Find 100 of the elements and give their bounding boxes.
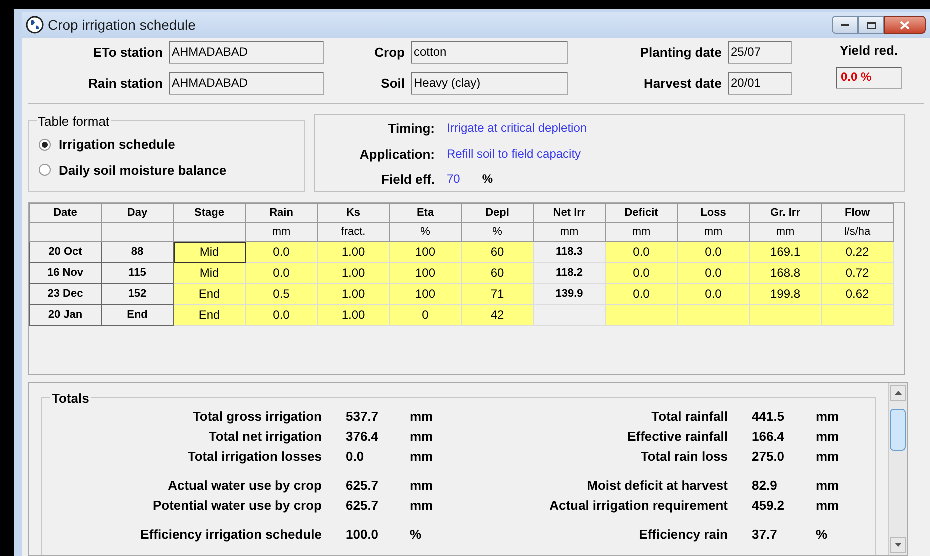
table-cell: 0.5 xyxy=(246,284,318,304)
table-cell: 0 xyxy=(390,304,462,326)
table-cell: End xyxy=(102,304,174,326)
text-field[interactable]: Heavy (clay) xyxy=(411,72,568,95)
scroll-up-icon[interactable] xyxy=(890,385,906,401)
table-cell: 100 xyxy=(390,262,462,284)
table-cell: 152 xyxy=(102,284,174,304)
radio-button[interactable] xyxy=(39,164,51,176)
unit-label: mm xyxy=(410,496,434,515)
total-value: 82.9 xyxy=(752,476,778,495)
column-header: Date xyxy=(30,204,102,222)
total-value: 459.2 xyxy=(752,496,786,515)
total-label: Total rain loss xyxy=(640,448,728,466)
text-field[interactable]: 20/01 xyxy=(728,72,792,95)
total-label: Total irrigation losses xyxy=(186,448,322,466)
text-field[interactable]: cotton xyxy=(411,41,568,64)
scroll-thumb[interactable] xyxy=(890,409,906,451)
table-cell: 0.0 xyxy=(678,284,750,304)
total-label: Total rainfall xyxy=(650,408,728,426)
text-field[interactable]: 25/07 xyxy=(728,41,792,64)
total-value: 441.5 xyxy=(752,408,786,426)
field-label: Yield red. xyxy=(840,42,898,60)
scroll-down-icon[interactable] xyxy=(890,537,906,553)
yield-reduction-value: 0.0 % xyxy=(836,66,902,88)
total-label: Effective rainfall xyxy=(626,428,728,446)
table-cell: 169.1 xyxy=(750,242,822,262)
table-cell: 199.8 xyxy=(750,284,822,304)
table-cell: 100 xyxy=(390,284,462,304)
table-cell: 42 xyxy=(462,304,534,326)
total-label: Potential water use by crop xyxy=(152,496,322,515)
total-value: 625.7 xyxy=(346,496,380,515)
setting-value: 70 xyxy=(447,171,460,188)
unit-header: l/s/ha xyxy=(822,222,894,242)
table-cell: 139.9 xyxy=(534,284,606,304)
table-cell: 20 Oct xyxy=(30,242,102,262)
unit-header: fract. xyxy=(318,222,390,242)
table-cell: 118.3 xyxy=(534,242,606,262)
table-cell: 118.2 xyxy=(534,262,606,284)
total-value: 537.7 xyxy=(346,408,380,426)
table-cell: 1.00 xyxy=(318,284,390,304)
column-header: Eta xyxy=(390,204,462,222)
field-label: Soil xyxy=(380,74,405,93)
minimize-button[interactable] xyxy=(832,16,858,34)
setting-value: Refill soil to field capacity xyxy=(447,146,582,162)
unit-label: mm xyxy=(410,476,434,495)
column-header: Depl xyxy=(462,204,534,222)
unit-label: mm xyxy=(410,408,434,426)
scrollbar[interactable] xyxy=(888,383,907,555)
column-header: Gr. Irr xyxy=(750,204,822,222)
table-cell: 0.0 xyxy=(678,242,750,262)
total-label: Actual water use by crop xyxy=(167,476,322,495)
table-cell: 1.00 xyxy=(318,304,390,326)
unit-label: mm xyxy=(410,428,434,446)
table-cell: 20 Jan xyxy=(30,304,102,326)
column-header: Deficit xyxy=(606,204,678,222)
table-cell: 0.0 xyxy=(606,242,678,262)
table-cell: 0.62 xyxy=(822,284,894,304)
maximize-button[interactable] xyxy=(858,16,884,34)
table-cell: 71 xyxy=(462,284,534,304)
table-cell: 23 Dec xyxy=(30,284,102,304)
unit-header: mm xyxy=(750,222,822,242)
setting-label: Field eff. xyxy=(380,171,435,189)
unit-label: mm xyxy=(410,448,434,466)
table-cell: 0.0 xyxy=(246,262,318,284)
unit-header: mm xyxy=(246,222,318,242)
column-header: Net Irr xyxy=(534,204,606,222)
field-label: Harvest date xyxy=(642,74,722,93)
table-cell: 0.0 xyxy=(246,242,318,262)
field-label: Planting date xyxy=(639,44,722,62)
table-cell: Mid xyxy=(174,262,246,284)
radio-label[interactable]: Daily soil moisture balance xyxy=(59,160,227,180)
column-header: Flow xyxy=(822,204,894,222)
total-value: 166.4 xyxy=(752,428,786,446)
table-cell: 16 Nov xyxy=(30,262,102,284)
total-label: Total net irrigation xyxy=(208,428,322,446)
table-cell: 88 xyxy=(102,242,174,262)
table-cell: 1.00 xyxy=(318,262,390,284)
table-cell: 100 xyxy=(390,242,462,262)
setting-label: Timing: xyxy=(387,120,435,138)
radio-button[interactable] xyxy=(39,138,51,151)
column-header: Rain xyxy=(246,204,318,222)
text-field[interactable]: AHMADABAD xyxy=(169,41,324,64)
total-value: 37.7 xyxy=(752,526,778,544)
total-value: 100.0 xyxy=(346,526,380,544)
unit-label: % xyxy=(816,526,828,544)
total-value: 275.0 xyxy=(752,448,786,466)
total-label: Total gross irrigation xyxy=(192,408,322,426)
unit-label: % xyxy=(410,526,422,544)
total-label: Actual irrigation requirement xyxy=(548,496,728,515)
close-button[interactable] xyxy=(884,16,926,34)
close-icon xyxy=(900,20,910,30)
total-value: 625.7 xyxy=(346,476,380,495)
column-header: Stage xyxy=(174,204,246,222)
unit-header: mm xyxy=(678,222,750,242)
total-label: Efficiency rain xyxy=(638,526,728,544)
total-label: Efficiency irrigation schedule xyxy=(140,526,322,544)
field-label: Rain station xyxy=(88,74,163,93)
text-field[interactable]: AHMADABAD xyxy=(169,72,324,95)
radio-label[interactable]: Irrigation schedule xyxy=(59,135,176,154)
table-cell: 0.0 xyxy=(606,262,678,284)
